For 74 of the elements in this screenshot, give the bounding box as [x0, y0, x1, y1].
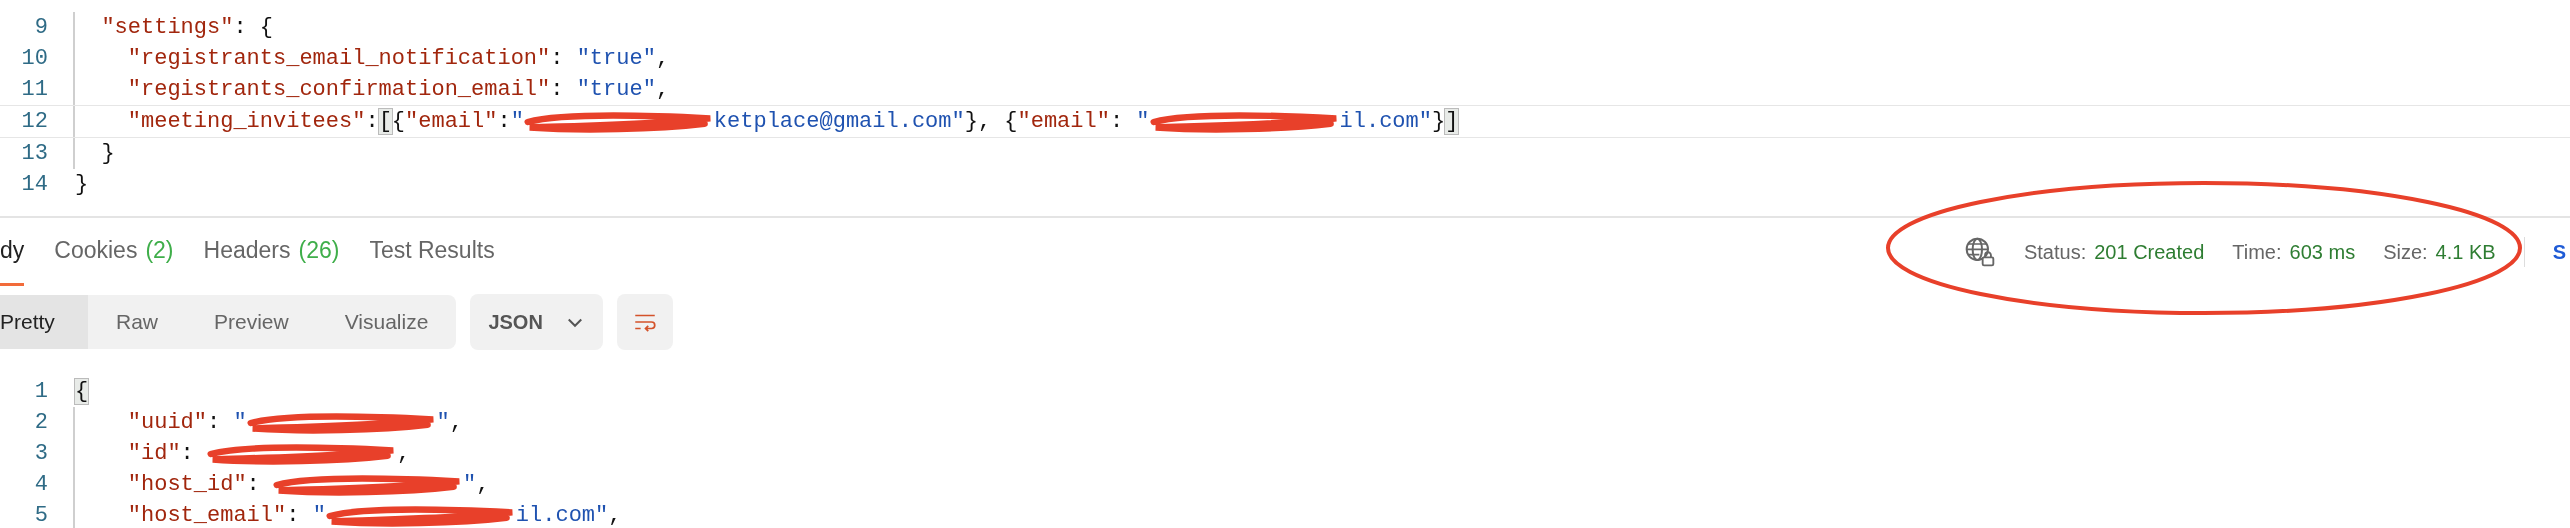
- status-value[interactable]: 603 ms: [2289, 240, 2356, 264]
- line-number: 14: [20, 172, 49, 197]
- json-punctuation: ,: [655, 46, 670, 71]
- json-key: "email": [1017, 109, 1110, 134]
- json-punctuation: :: [180, 441, 195, 466]
- json-punctuation: :: [550, 46, 565, 71]
- json-punctuation: : {: [233, 15, 274, 40]
- json-punctuation: ,: [608, 503, 622, 528]
- json-key: "settings": [101, 15, 234, 40]
- json-string: ": [233, 410, 247, 435]
- response-tab[interactable]: Headers (26): [203, 218, 340, 286]
- json-punctuation: }: [75, 172, 89, 197]
- view-mode-tab[interactable]: Raw: [88, 295, 186, 349]
- wrap-button[interactable]: [616, 294, 673, 350]
- line-number: 11: [20, 77, 49, 102]
- view-mode-tab[interactable]: Preview: [186, 295, 317, 349]
- json-string: ": [463, 472, 477, 497]
- line-number: 2: [33, 410, 49, 435]
- line-number: 13: [20, 141, 49, 166]
- json-punctuation: }: [1431, 109, 1446, 134]
- json-punctuation: ,: [655, 77, 670, 102]
- json-punctuation: :: [497, 109, 511, 134]
- format-dropdown[interactable]: JSON: [470, 294, 603, 350]
- json-string: "true": [576, 46, 656, 71]
- json-string: ": [312, 503, 326, 528]
- response-tab[interactable]: dy: [0, 218, 25, 286]
- status-value[interactable]: 201 Created: [2094, 240, 2205, 264]
- json-string: il.com": [515, 503, 609, 528]
- status-label: Time:: [2232, 240, 2282, 264]
- line-number: 4: [33, 472, 49, 497]
- save-link[interactable]: S: [2552, 240, 2566, 264]
- json-punctuation: :: [286, 503, 301, 528]
- json-key: "registrants_confirmation_email": [127, 77, 551, 102]
- response-tab[interactable]: Cookies (2): [54, 218, 174, 286]
- json-string: ": [1136, 109, 1150, 134]
- line-number: 10: [20, 46, 49, 71]
- json-key: "id": [127, 441, 181, 466]
- matched-bracket: [: [378, 109, 392, 134]
- json-punctuation: }: [101, 141, 115, 166]
- json-key: "uuid": [127, 410, 207, 435]
- view-mode-tab[interactable]: Pretty: [0, 295, 88, 349]
- json-key: "email": [405, 109, 498, 134]
- json-punctuation: :: [1109, 109, 1125, 134]
- json-string: "true": [576, 77, 656, 102]
- json-punctuation: ,: [397, 441, 411, 466]
- json-punctuation: ,: [476, 472, 490, 497]
- status-label: Status:: [2023, 240, 2087, 264]
- line-number: 12: [20, 109, 49, 134]
- json-punctuation: ,: [449, 410, 463, 435]
- line-number: 1: [33, 379, 49, 404]
- json-string: ": [436, 410, 450, 435]
- json-string: ketplace@gmail.com": [713, 109, 965, 134]
- line-number: 9: [33, 15, 49, 40]
- json-punctuation: }, {: [964, 109, 1018, 134]
- response-tab[interactable]: Test Results: [369, 218, 495, 286]
- line-number: 5: [33, 503, 49, 528]
- json-key: "host_email": [127, 503, 287, 528]
- status-label: Size:: [2383, 240, 2428, 264]
- json-punctuation: :: [207, 410, 222, 435]
- view-mode-tab[interactable]: Visualize: [316, 295, 457, 349]
- matched-bracket: ]: [1445, 109, 1459, 134]
- matched-bracket: {: [75, 379, 89, 404]
- json-punctuation: :: [365, 109, 379, 134]
- json-punctuation: :: [550, 77, 565, 102]
- globe-lock-icon[interactable]: [1963, 236, 1996, 268]
- line-number: 3: [33, 441, 49, 466]
- json-punctuation: :: [246, 472, 261, 497]
- json-string: il.com": [1339, 109, 1432, 134]
- json-string: ": [510, 109, 524, 134]
- json-key: "registrants_email_notification": [127, 46, 551, 71]
- status-value[interactable]: 4.1 KB: [2435, 240, 2496, 264]
- json-key: "meeting_invitees": [127, 109, 366, 134]
- json-key: "host_id": [127, 472, 247, 497]
- json-punctuation: {: [391, 109, 406, 134]
